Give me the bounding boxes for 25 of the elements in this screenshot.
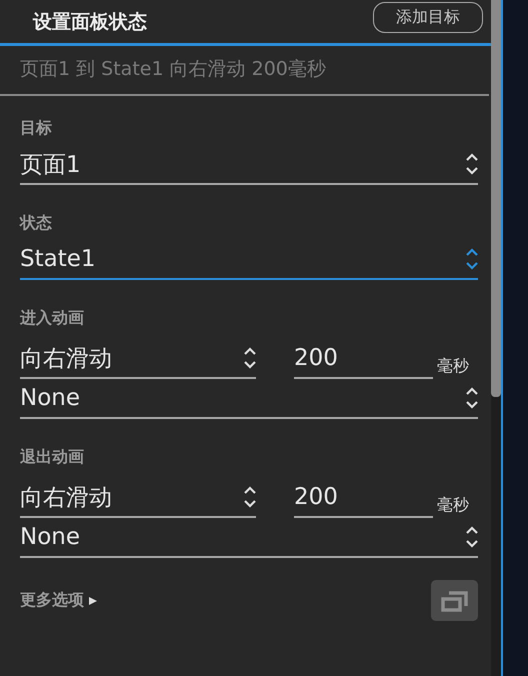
summary-text: 页面1 到 State1 向右滑动 200毫秒 bbox=[20, 58, 326, 80]
duration-field[interactable]: 200 bbox=[294, 478, 433, 518]
sort-arrows-icon bbox=[465, 524, 479, 550]
dropdown[interactable]: 向右滑动 bbox=[20, 339, 256, 379]
field-label: 目标 bbox=[20, 118, 53, 139]
dropdown[interactable]: 页面1 bbox=[20, 145, 478, 185]
more-options-toggle[interactable]: 更多选项 bbox=[20, 590, 98, 611]
dropdown[interactable]: None bbox=[20, 518, 478, 558]
add-target-button[interactable]: 添加目标 bbox=[373, 2, 483, 33]
dropdown[interactable]: None bbox=[20, 379, 478, 419]
scrollbar-thumb[interactable] bbox=[491, 0, 501, 397]
sort-arrows-icon bbox=[243, 345, 257, 371]
overlap-button[interactable] bbox=[431, 580, 478, 621]
sort-arrows-icon bbox=[243, 484, 257, 510]
disclosure-triangle-icon bbox=[88, 596, 98, 606]
sort-arrows-icon bbox=[465, 385, 479, 411]
field-label: 进入动画 bbox=[20, 308, 85, 329]
field-label: 状态 bbox=[20, 213, 53, 234]
unit-label: 毫秒 bbox=[437, 495, 469, 516]
dropdown[interactable]: 向右滑动 bbox=[20, 478, 256, 518]
duration-field[interactable]: 200 bbox=[294, 339, 433, 379]
field-label: 退出动画 bbox=[20, 447, 85, 468]
unit-label: 毫秒 bbox=[437, 356, 469, 377]
dropdown[interactable]: State1 bbox=[20, 240, 478, 280]
panel-title: 设置面板状态 bbox=[33, 10, 147, 34]
